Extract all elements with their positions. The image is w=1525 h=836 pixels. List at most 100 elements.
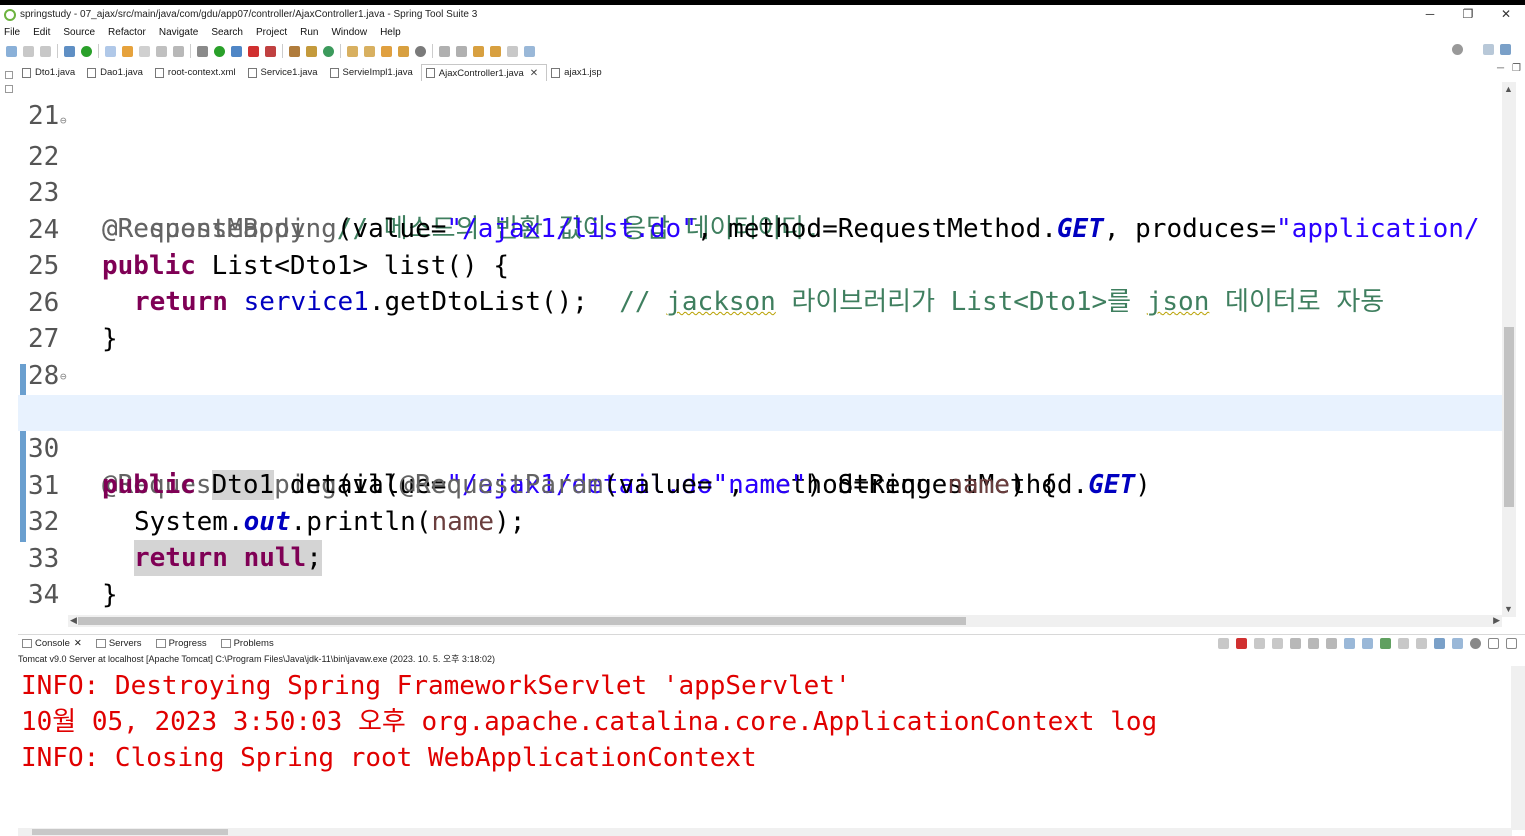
menu-help[interactable]: Help bbox=[380, 27, 401, 38]
toolbar-separator bbox=[340, 44, 341, 58]
highlight-icon[interactable] bbox=[122, 45, 133, 57]
menu-search[interactable]: Search bbox=[211, 27, 243, 38]
scroll-thumb[interactable] bbox=[1504, 327, 1514, 507]
debug-icon[interactable] bbox=[197, 45, 208, 57]
new-interface-icon[interactable] bbox=[323, 45, 334, 57]
console-output[interactable]: INFO: Destroying Spring FrameworkServlet… bbox=[18, 666, 1512, 826]
remove-all-icon[interactable] bbox=[1272, 638, 1283, 649]
menu-run[interactable]: Run bbox=[300, 27, 318, 38]
console-vertical-scrollbar[interactable] bbox=[1511, 666, 1525, 830]
hierarchy-icon[interactable] bbox=[5, 85, 13, 93]
new-console-icon[interactable] bbox=[1434, 638, 1445, 649]
stop-icon[interactable] bbox=[248, 45, 259, 57]
tab-servieimpl1[interactable]: ServieImpl1.java bbox=[326, 64, 421, 81]
tab-servers[interactable]: Servers bbox=[92, 638, 142, 649]
scroll-down-icon[interactable]: ▼ bbox=[1504, 604, 1513, 614]
tab-dao1[interactable]: Dao1.java bbox=[83, 64, 151, 81]
tab-progress[interactable]: Progress bbox=[152, 638, 207, 649]
pin-icon[interactable] bbox=[139, 45, 150, 57]
pin-editor-icon[interactable] bbox=[524, 45, 535, 57]
fold-icon[interactable]: ⊖ bbox=[60, 359, 67, 395]
show-on-stdout-icon[interactable] bbox=[1344, 638, 1355, 649]
open-resource-icon[interactable] bbox=[364, 45, 375, 57]
tab-console[interactable]: Console ✕ bbox=[18, 638, 82, 649]
java-perspective-icon[interactable] bbox=[1500, 44, 1511, 55]
outline-icon[interactable] bbox=[5, 71, 13, 79]
terminate-icon[interactable] bbox=[1236, 638, 1247, 649]
forward-icon[interactable] bbox=[507, 45, 518, 57]
show-on-stderr-icon[interactable] bbox=[1362, 638, 1373, 649]
close-button[interactable]: ✕ bbox=[1487, 5, 1525, 24]
block-icon[interactable] bbox=[156, 45, 167, 57]
last-edit-icon[interactable] bbox=[473, 45, 484, 57]
run-server-icon[interactable] bbox=[81, 45, 92, 57]
menu-refactor[interactable]: Refactor bbox=[108, 27, 146, 38]
tab-ajax1-jsp[interactable]: ajax1.jsp bbox=[547, 64, 610, 81]
spring-tool-suite-icon bbox=[4, 8, 16, 21]
external-tools-icon[interactable] bbox=[265, 45, 276, 57]
new-icon[interactable] bbox=[6, 45, 17, 57]
maximize-view-icon[interactable] bbox=[1506, 638, 1517, 649]
menu-file[interactable]: File bbox=[4, 27, 20, 38]
new-class-icon[interactable] bbox=[306, 45, 317, 57]
settings-icon[interactable] bbox=[1470, 638, 1481, 649]
quick-search-icon[interactable] bbox=[1452, 44, 1463, 55]
console-horizontal-scrollbar[interactable] bbox=[18, 828, 1512, 836]
search-tool-icon[interactable] bbox=[381, 45, 392, 57]
scroll-thumb[interactable] bbox=[78, 617, 966, 625]
minimize-editor-icon[interactable]: ─ bbox=[1497, 63, 1504, 74]
link-icon[interactable] bbox=[1452, 638, 1463, 649]
new-package-icon[interactable] bbox=[289, 45, 300, 57]
open-type-icon[interactable] bbox=[347, 45, 358, 57]
back-icon[interactable] bbox=[490, 45, 501, 57]
scroll-up-icon[interactable]: ▲ bbox=[1504, 84, 1513, 94]
open-perspective-icon[interactable] bbox=[1483, 44, 1494, 55]
menu-project[interactable]: Project bbox=[256, 27, 287, 38]
minimize-view-icon[interactable] bbox=[1488, 638, 1499, 649]
globe-icon[interactable] bbox=[415, 45, 426, 57]
tab-service1[interactable]: Service1.java bbox=[244, 64, 326, 81]
java-file-icon bbox=[425, 68, 435, 78]
close-tab-icon[interactable]: ✕ bbox=[74, 638, 82, 649]
tab-ajaxcontroller1[interactable]: AjaxController1.java ✕ bbox=[420, 64, 548, 81]
close-tab-icon[interactable]: ✕ bbox=[530, 68, 538, 79]
scroll-right-icon[interactable]: ▶ bbox=[1493, 615, 1500, 626]
pin-console-icon[interactable] bbox=[1380, 638, 1391, 649]
code-line-30: 30 public Dto1 detail(@RequestParam(valu… bbox=[18, 395, 1502, 500]
menu-window[interactable]: Window bbox=[331, 27, 367, 38]
console-icon[interactable] bbox=[64, 45, 75, 57]
scroll-left-icon[interactable]: ◀ bbox=[70, 615, 77, 626]
code-editor[interactable]: 21 22 ⊖ @ResponseBody // 메소드의 반환 값이 응답 데… bbox=[18, 82, 1502, 617]
scroll-thumb[interactable] bbox=[32, 829, 228, 835]
minimize-button[interactable]: ─ bbox=[1411, 5, 1449, 24]
tab-dto1[interactable]: Dto1.java bbox=[18, 64, 83, 81]
word-wrap-icon[interactable] bbox=[1326, 638, 1337, 649]
disconnect-icon[interactable] bbox=[1218, 638, 1229, 649]
next-annotation-icon[interactable] bbox=[439, 45, 450, 57]
menu-edit[interactable]: Edit bbox=[33, 27, 50, 38]
problems-icon bbox=[220, 639, 231, 648]
tab-root-context[interactable]: root-context.xml bbox=[151, 64, 244, 81]
menu-navigate[interactable]: Navigate bbox=[159, 27, 198, 38]
save-icon[interactable] bbox=[23, 45, 34, 57]
paragraph-icon[interactable] bbox=[173, 45, 184, 57]
editor-horizontal-scrollbar[interactable]: ◀ ▶ bbox=[68, 615, 1502, 627]
previous-annotation-icon[interactable] bbox=[456, 45, 467, 57]
task-icon[interactable] bbox=[398, 45, 409, 57]
scroll-lock-icon[interactable] bbox=[1308, 638, 1319, 649]
maximize-editor-icon[interactable]: ❐ bbox=[1512, 63, 1521, 74]
maximize-button[interactable]: ❐ bbox=[1449, 5, 1487, 24]
tab-problems[interactable]: Problems bbox=[217, 638, 274, 649]
menu-source[interactable]: Source bbox=[63, 27, 95, 38]
remove-launch-icon[interactable] bbox=[1254, 638, 1265, 649]
open-console-icon[interactable] bbox=[1416, 638, 1427, 649]
save-all-icon[interactable] bbox=[40, 45, 51, 57]
display-console-icon[interactable] bbox=[1398, 638, 1409, 649]
coverage-icon[interactable] bbox=[231, 45, 242, 57]
fold-icon[interactable]: ⊖ bbox=[60, 103, 67, 139]
editor-vertical-scrollbar[interactable]: ▲ ▼ bbox=[1502, 82, 1516, 617]
toggle-mark-icon[interactable] bbox=[105, 45, 116, 57]
clear-console-icon[interactable] bbox=[1290, 638, 1301, 649]
code-line-22: 22 ⊖ @ResponseBody // 메소드의 반환 값이 응답 데이터이… bbox=[18, 103, 1502, 244]
run-icon[interactable] bbox=[214, 45, 225, 57]
